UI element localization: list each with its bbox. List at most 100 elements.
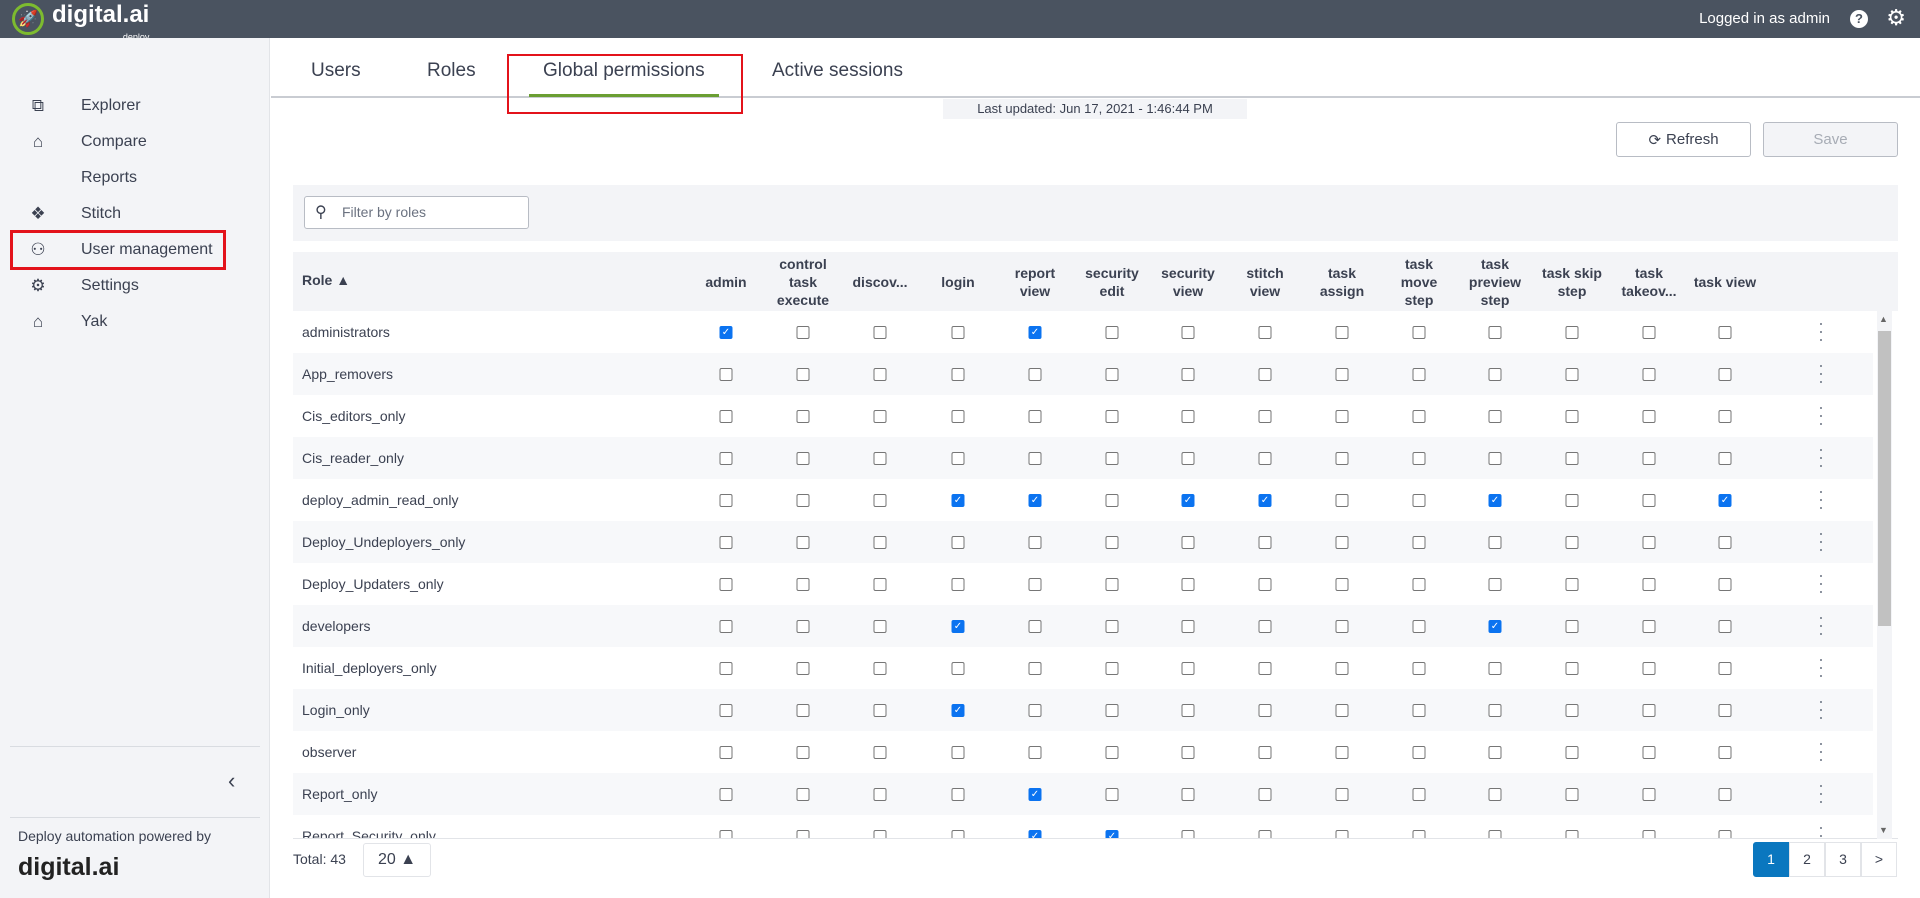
permission-checkbox-control-task-execute[interactable] — [796, 704, 810, 717]
permission-checkbox-task-move-step[interactable] — [1412, 578, 1426, 591]
permission-checkbox-task-preview-step[interactable] — [1488, 410, 1502, 423]
permission-checkbox-task-takeov-[interactable] — [1642, 830, 1656, 838]
permission-checkbox-stitch-view[interactable] — [1258, 704, 1272, 717]
sidebar-item-stitch[interactable]: ❖ Stitch — [13, 197, 223, 231]
permission-checkbox-admin[interactable] — [719, 578, 733, 591]
permission-checkbox-login[interactable] — [951, 536, 965, 549]
permission-checkbox-control-task-execute[interactable] — [796, 494, 810, 507]
permission-checkbox-task-skip-step[interactable] — [1565, 326, 1579, 339]
permission-checkbox-task-assign[interactable] — [1335, 830, 1349, 838]
permission-checkbox-task-assign[interactable] — [1335, 494, 1349, 507]
permission-checkbox-login[interactable] — [951, 830, 965, 838]
permission-checkbox-task-preview-step[interactable] — [1488, 662, 1502, 675]
help-icon[interactable]: ? — [1850, 10, 1868, 28]
row-menu-kebab-icon[interactable]: ··· — [1818, 692, 1824, 726]
row-menu-kebab-icon[interactable]: ··· — [1818, 650, 1824, 684]
permission-checkbox-task-preview-step[interactable] — [1488, 452, 1502, 465]
row-menu-kebab-icon[interactable]: ··· — [1818, 566, 1824, 600]
permission-checkbox-task-view[interactable] — [1718, 746, 1732, 759]
permission-checkbox-task-skip-step[interactable] — [1565, 368, 1579, 381]
permission-checkbox-discov-[interactable] — [873, 788, 887, 801]
permission-checkbox-security-edit[interactable]: ✓ — [1105, 830, 1119, 838]
digital-ai-logo[interactable]: 🚀 digital.ai deploy — [12, 3, 149, 42]
permission-checkbox-control-task-execute[interactable] — [796, 830, 810, 838]
permission-checkbox-stitch-view[interactable]: ✓ — [1258, 494, 1272, 507]
collapse-sidebar-chevron-icon[interactable]: ‹ — [228, 768, 235, 794]
scroll-up-arrow-icon[interactable]: ▲ — [1879, 314, 1888, 324]
permission-checkbox-task-preview-step[interactable] — [1488, 788, 1502, 801]
page-size-select[interactable]: 20 ▲ — [363, 843, 431, 877]
permission-checkbox-discov-[interactable] — [873, 704, 887, 717]
save-button[interactable]: Save — [1763, 122, 1898, 157]
permission-checkbox-login[interactable] — [951, 578, 965, 591]
permission-checkbox-admin[interactable] — [719, 788, 733, 801]
permission-checkbox-task-assign[interactable] — [1335, 662, 1349, 675]
permission-checkbox-task-preview-step[interactable] — [1488, 578, 1502, 591]
permission-checkbox-task-preview-step[interactable] — [1488, 746, 1502, 759]
permission-checkbox-admin[interactable] — [719, 452, 733, 465]
permission-checkbox-discov-[interactable] — [873, 830, 887, 838]
permission-checkbox-task-takeov-[interactable] — [1642, 452, 1656, 465]
permission-checkbox-task-view[interactable] — [1718, 578, 1732, 591]
row-menu-kebab-icon[interactable]: ··· — [1818, 482, 1824, 516]
permission-checkbox-security-edit[interactable] — [1105, 746, 1119, 759]
permission-checkbox-discov-[interactable] — [873, 410, 887, 423]
permission-checkbox-task-preview-step[interactable] — [1488, 368, 1502, 381]
permission-checkbox-report-view[interactable] — [1028, 452, 1042, 465]
permission-checkbox-task-view[interactable] — [1718, 788, 1732, 801]
permission-checkbox-task-skip-step[interactable] — [1565, 788, 1579, 801]
permission-checkbox-task-move-step[interactable] — [1412, 368, 1426, 381]
permission-checkbox-discov-[interactable] — [873, 620, 887, 633]
permission-checkbox-security-view[interactable] — [1181, 410, 1195, 423]
permission-checkbox-discov-[interactable] — [873, 536, 887, 549]
permission-checkbox-security-view[interactable] — [1181, 620, 1195, 633]
permission-checkbox-security-view[interactable] — [1181, 830, 1195, 838]
permission-checkbox-task-skip-step[interactable] — [1565, 662, 1579, 675]
permission-checkbox-task-view[interactable] — [1718, 410, 1732, 423]
permission-checkbox-stitch-view[interactable] — [1258, 578, 1272, 591]
permission-checkbox-security-edit[interactable] — [1105, 368, 1119, 381]
permission-checkbox-control-task-execute[interactable] — [796, 452, 810, 465]
permission-checkbox-task-takeov-[interactable] — [1642, 620, 1656, 633]
permission-checkbox-task-preview-step[interactable] — [1488, 704, 1502, 717]
row-menu-kebab-icon[interactable]: ··· — [1818, 734, 1824, 768]
permission-checkbox-control-task-execute[interactable] — [796, 326, 810, 339]
permission-checkbox-security-edit[interactable] — [1105, 494, 1119, 507]
scrollbar-thumb[interactable] — [1878, 331, 1891, 626]
permission-checkbox-control-task-execute[interactable] — [796, 788, 810, 801]
permission-checkbox-login[interactable]: ✓ — [951, 704, 965, 717]
permission-checkbox-security-edit[interactable] — [1105, 326, 1119, 339]
permission-checkbox-stitch-view[interactable] — [1258, 746, 1272, 759]
permission-checkbox-task-move-step[interactable] — [1412, 704, 1426, 717]
permission-checkbox-task-assign[interactable] — [1335, 788, 1349, 801]
row-menu-kebab-icon[interactable]: ··· — [1818, 608, 1824, 642]
next-page-button[interactable]: > — [1861, 842, 1897, 877]
permission-checkbox-task-skip-step[interactable] — [1565, 536, 1579, 549]
permission-checkbox-admin[interactable] — [719, 704, 733, 717]
scroll-down-arrow-icon[interactable]: ▼ — [1879, 825, 1888, 835]
permission-checkbox-stitch-view[interactable] — [1258, 620, 1272, 633]
permission-checkbox-task-assign[interactable] — [1335, 746, 1349, 759]
permission-checkbox-login[interactable]: ✓ — [951, 620, 965, 633]
permission-checkbox-task-move-step[interactable] — [1412, 788, 1426, 801]
permission-checkbox-report-view[interactable] — [1028, 704, 1042, 717]
permission-checkbox-task-view[interactable]: ✓ — [1718, 494, 1732, 507]
permission-checkbox-discov-[interactable] — [873, 494, 887, 507]
permission-checkbox-task-preview-step[interactable]: ✓ — [1488, 620, 1502, 633]
permission-checkbox-control-task-execute[interactable] — [796, 410, 810, 423]
permission-checkbox-task-view[interactable] — [1718, 452, 1732, 465]
tab-users[interactable]: Users — [311, 60, 361, 82]
permission-checkbox-security-view[interactable] — [1181, 326, 1195, 339]
permission-checkbox-security-view[interactable]: ✓ — [1181, 494, 1195, 507]
permission-checkbox-admin[interactable] — [719, 368, 733, 381]
permission-checkbox-report-view[interactable] — [1028, 662, 1042, 675]
permission-checkbox-discov-[interactable] — [873, 578, 887, 591]
filter-roles-input[interactable]: ⚲ Filter by roles — [304, 196, 529, 229]
tab-roles[interactable]: Roles — [427, 60, 476, 82]
permission-checkbox-task-skip-step[interactable] — [1565, 746, 1579, 759]
permission-checkbox-task-move-step[interactable] — [1412, 494, 1426, 507]
permission-checkbox-security-view[interactable] — [1181, 704, 1195, 717]
permission-checkbox-task-preview-step[interactable] — [1488, 830, 1502, 838]
tab-active-sessions[interactable]: Active sessions — [772, 60, 903, 82]
permission-checkbox-task-takeov-[interactable] — [1642, 410, 1656, 423]
